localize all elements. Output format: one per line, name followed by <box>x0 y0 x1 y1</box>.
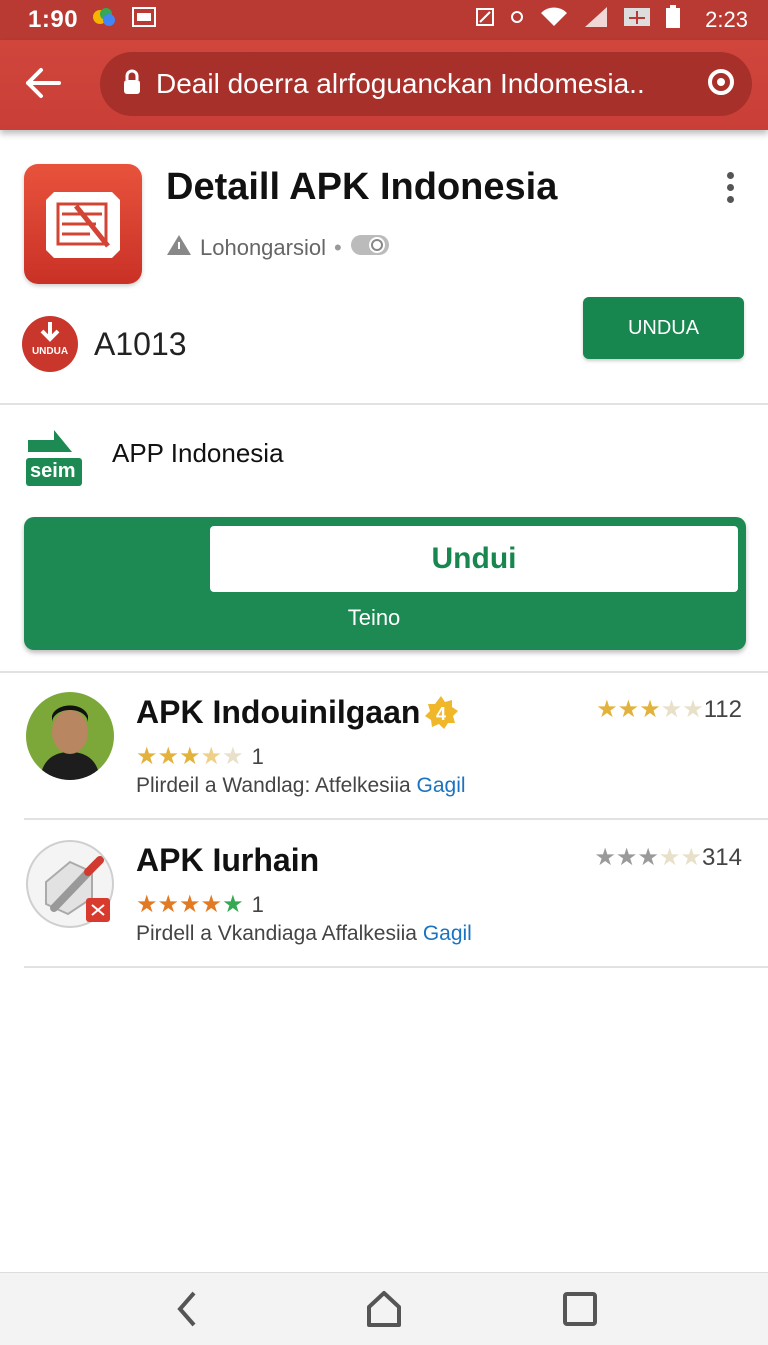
developer-row[interactable]: Lohongarsiol • <box>166 232 390 264</box>
promo-card: Undui Teino <box>24 517 746 650</box>
star-icon: ★ <box>136 743 158 770</box>
item-title: APK Indouinilgaan <box>136 694 421 730</box>
location-icon[interactable] <box>706 67 736 102</box>
star-icon: ★ <box>637 844 659 871</box>
rating-count: 314 <box>701 844 742 871</box>
app-notification-icon <box>92 6 118 34</box>
promo-title: APP Indonesia <box>112 438 284 468</box>
star-icon: ★ <box>594 844 616 871</box>
item-description: Pirdell a Vkandiaga Affalkesiia Gagil <box>136 922 472 946</box>
item-title: APK Iurhain <box>136 842 320 878</box>
item-desc-text: Plirdeil a Wandlag: Atfelkesiia <box>136 774 411 797</box>
nfc-icon <box>475 7 495 33</box>
star-icon: ★ <box>157 743 180 770</box>
star-icon: ★ <box>658 844 681 871</box>
level-badge-icon: 4 <box>422 694 460 737</box>
top-app-bar: Deail doerra alrfoguanckan Indomesia.. <box>0 40 768 130</box>
star-icon: ★ <box>617 696 640 723</box>
star-icon: ★ <box>660 696 683 723</box>
lock-icon <box>122 69 142 100</box>
avatar <box>26 692 114 780</box>
svg-text:4: 4 <box>436 704 446 724</box>
star-icon: ★ <box>639 696 661 723</box>
address-bar[interactable]: Deail doerra alrfoguanckan Indomesia.. <box>100 52 752 116</box>
item-rating: ★★★★★ 314 <box>594 844 742 872</box>
star-icon: ★ <box>680 844 702 871</box>
promo-logo: seim <box>24 428 84 488</box>
more-options-button[interactable] <box>718 168 742 212</box>
item-desc-text: Pirdell a Vkandiaga Affalkesiia <box>136 922 417 945</box>
cell-signal-icon <box>583 6 609 34</box>
install-button[interactable]: UNDUA <box>583 297 744 359</box>
item-rating: ★★★★★ 112 <box>596 696 742 724</box>
star-icon: ★ <box>222 891 244 918</box>
toggle-icon[interactable] <box>350 232 390 264</box>
star-icon: ★ <box>200 891 223 918</box>
download-badge-label: UNDUA <box>31 346 69 357</box>
star-icon: ★ <box>222 743 244 770</box>
status-clock: 2:23 <box>705 7 748 32</box>
navigation-bar <box>0 1272 768 1345</box>
promo-logo-text: seim <box>30 460 76 482</box>
star-icon: ★ <box>682 696 704 723</box>
stars-icon: ★★★★★ <box>136 744 244 770</box>
star-count: 1 <box>251 744 264 769</box>
nav-recents-button[interactable] <box>560 1289 600 1329</box>
airplane-icon <box>623 6 651 34</box>
arrow-left-icon <box>26 68 61 98</box>
app-title: Detaill APK Indonesia <box>166 166 558 208</box>
separator-dot: • <box>333 235 342 260</box>
home-icon <box>367 1291 401 1327</box>
divider <box>0 403 768 405</box>
address-text: Deail doerra alrfoguanckan Indomesia.. <box>156 68 645 99</box>
star-rating: ★★★★★ 1 <box>136 892 264 918</box>
developer-name: Lohongarsiol <box>200 235 326 260</box>
image-notification-icon <box>132 7 157 33</box>
rating-count: 112 <box>703 696 742 723</box>
star-icon: ★ <box>157 891 180 918</box>
nav-home-button[interactable] <box>364 1289 404 1329</box>
list-item[interactable]: APK Indouinilgaan 4 ★★★★★ 1 Plirdeil a W… <box>0 672 768 820</box>
promo-subtitle: Teino <box>347 605 401 630</box>
rating-stars-icon: ★★★★★ <box>594 844 702 872</box>
stars-icon: ★★★★★ <box>136 892 244 918</box>
download-arrow-icon <box>40 322 60 342</box>
red-tag-icon <box>86 898 110 927</box>
star-icon: ★ <box>179 891 201 918</box>
chevron-left-icon <box>177 1291 196 1327</box>
item-description: Plirdeil a Wandlag: Atfelkesiia Gagil <box>136 774 466 798</box>
wifi-icon <box>539 6 569 34</box>
download-button[interactable]: Undui <box>210 526 738 592</box>
rating-stars-icon: ★★★★★ <box>596 696 704 724</box>
divider <box>24 966 768 968</box>
status-time: 1:90 <box>28 6 79 33</box>
download-count: A1013 <box>94 326 187 362</box>
star-icon: ★ <box>596 696 618 723</box>
battery-icon <box>665 5 681 35</box>
app-icon <box>24 164 142 284</box>
star-count: 1 <box>251 892 264 917</box>
download-badge: UNDUA <box>22 316 78 372</box>
back-button[interactable] <box>20 60 66 106</box>
star-rating: ★★★★★ 1 <box>136 744 264 770</box>
status-bar: 1:90 2:23 <box>0 0 768 40</box>
star-icon: ★ <box>179 743 201 770</box>
signal-dot-icon <box>509 7 525 33</box>
star-icon: ★ <box>200 743 223 770</box>
star-icon: ★ <box>615 844 638 871</box>
star-icon: ★ <box>136 891 158 918</box>
nav-back-button[interactable] <box>168 1289 208 1329</box>
item-link[interactable]: Gagil <box>417 774 466 797</box>
square-icon <box>563 1292 597 1326</box>
list-item[interactable]: APK Iurhain ★★★★★ 1 Pirdell a Vkandiaga … <box>0 820 768 968</box>
developer-icon <box>166 233 192 263</box>
item-link[interactable]: Gagil <box>423 922 472 945</box>
